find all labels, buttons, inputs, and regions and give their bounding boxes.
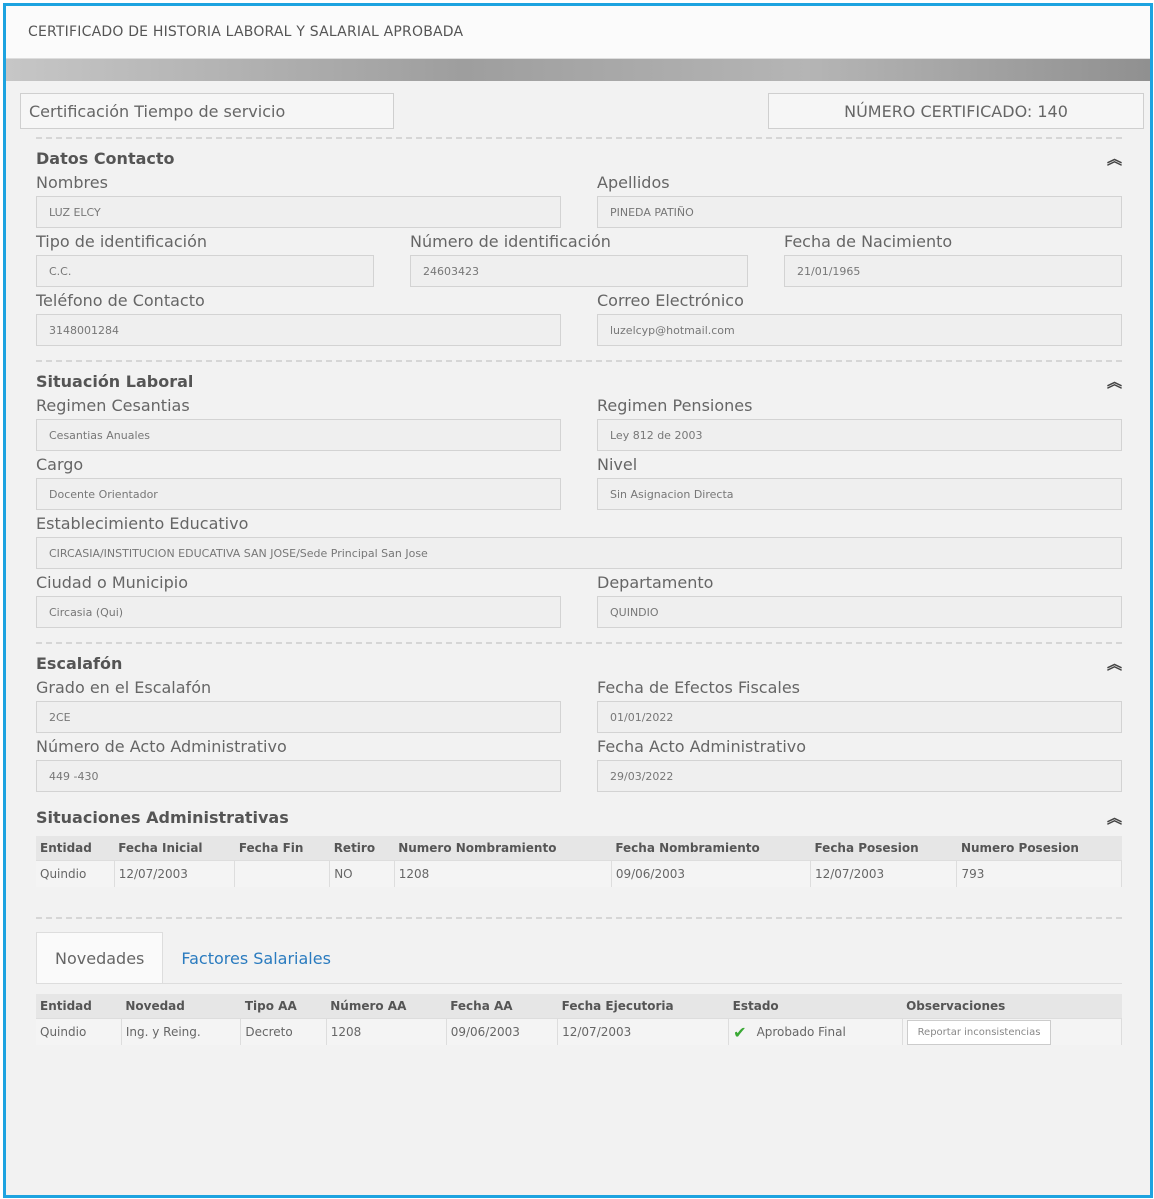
establecimiento-label: Establecimiento Educativo: [36, 514, 249, 533]
column-header: Entidad: [36, 994, 122, 1019]
column-header: Fecha AA: [446, 994, 558, 1019]
tab-bar: Novedades Factores Salariales: [36, 931, 1122, 983]
column-header: Número AA: [326, 994, 447, 1019]
nombres-label: Nombres: [36, 173, 108, 192]
pensiones-label: Regimen Pensiones: [597, 396, 753, 415]
acto-field[interactable]: 449 -430: [36, 760, 561, 792]
novedades-panel: Entidad Novedad Tipo AA Número AA Fecha …: [36, 983, 1123, 1045]
estado-cell: ✔ Aprobado Final: [728, 1018, 903, 1045]
pensiones-field[interactable]: Ley 812 de 2003: [597, 419, 1122, 451]
column-header: Tipo AA: [240, 994, 327, 1019]
table-cell: 09/06/2003: [611, 860, 811, 887]
fecha-acto-field[interactable]: 29/03/2022: [597, 760, 1122, 792]
column-header: Novedad: [121, 994, 241, 1019]
administrativas-table: Entidad Fecha Inicial Fecha Fin Retiro N…: [36, 836, 1122, 887]
tab-factores-salariales[interactable]: Factores Salariales: [163, 933, 349, 983]
cesantias-label: Regimen Cesantias: [36, 396, 190, 415]
column-header: Fecha Posesion: [810, 836, 957, 861]
table-cell: Ing. y Reing.: [121, 1018, 242, 1045]
column-header: Entidad: [36, 836, 115, 861]
section-contact: Datos Contacto ︽ Nombres LUZ ELCY Apelli…: [36, 137, 1122, 346]
cesantias-field[interactable]: Cesantias Anuales: [36, 419, 561, 451]
table-cell: 793: [956, 860, 1122, 887]
table-row: Quindio Ing. y Reing. Decreto 1208 09/06…: [36, 1018, 1123, 1045]
table-cell: Decreto: [240, 1018, 327, 1045]
cargo-field[interactable]: Docente Orientador: [36, 478, 561, 510]
grado-label: Grado en el Escalafón: [36, 678, 212, 697]
section-laboral: Situación Laboral ︽ Regimen Cesantias Ce…: [36, 360, 1122, 628]
certificate-header: Certificación Tiempo de servicio NÚMERO …: [6, 81, 1150, 137]
table-cell: 12/07/2003: [557, 1018, 730, 1045]
nivel-label: Nivel: [597, 455, 638, 474]
column-header: Fecha Ejecutoria: [557, 994, 729, 1019]
reportar-inconsistencias-button[interactable]: Reportar inconsistencias: [906, 1019, 1052, 1045]
column-header: Numero Posesion: [956, 836, 1122, 861]
column-header: Retiro: [329, 836, 395, 861]
column-header: Fecha Fin: [234, 836, 330, 861]
table-cell: 1208: [394, 860, 612, 887]
fecha-nac-label: Fecha de Nacimiento: [784, 232, 953, 251]
section-title: Datos Contacto: [36, 148, 175, 168]
column-header: Numero Nombramiento: [394, 836, 612, 861]
fecha-nac-field[interactable]: 21/01/1965: [784, 255, 1122, 287]
table-row: Quindio 12/07/2003 NO 1208 09/06/2003 12…: [36, 860, 1122, 887]
double-chevron-up-icon[interactable]: ︽: [1107, 807, 1122, 828]
ciudad-label: Ciudad o Municipio: [36, 573, 188, 592]
apellidos-label: Apellidos: [597, 173, 670, 192]
efectos-label: Fecha de Efectos Fiscales: [597, 678, 800, 697]
fecha-acto-label: Fecha Acto Administrativo: [597, 737, 807, 756]
column-header: Estado: [728, 994, 903, 1019]
check-icon: ✔: [733, 1022, 747, 1042]
section-administrativas: Situaciones Administrativas ︽ Entidad Fe…: [36, 802, 1122, 887]
apellidos-field[interactable]: PINEDA PATIÑO: [597, 196, 1122, 228]
novedades-table: Entidad Novedad Tipo AA Número AA Fecha …: [36, 994, 1123, 1045]
observaciones-cell: Reportar inconsistencias: [902, 1018, 1123, 1045]
grado-field[interactable]: 2CE: [36, 701, 561, 733]
ciudad-field[interactable]: Circasia (Qui): [36, 596, 561, 628]
efectos-field[interactable]: 01/01/2022: [597, 701, 1122, 733]
section-escalafon: Escalafón ︽ Grado en el Escalafón 2CE Fe…: [36, 642, 1122, 792]
departamento-field[interactable]: QUINDIO: [597, 596, 1122, 628]
table-cell: NO: [329, 860, 395, 887]
certificate-panel: CERTIFICADO DE HISTORIA LABORAL Y SALARI…: [3, 3, 1153, 1198]
column-header: Fecha Inicial: [114, 836, 235, 861]
table-cell: Quindio: [36, 860, 115, 887]
table-cell: [234, 860, 331, 887]
column-header: Observaciones: [902, 994, 1122, 1019]
certificate-type: Certificación Tiempo de servicio: [20, 93, 394, 129]
telefono-label: Teléfono de Contacto: [36, 291, 205, 310]
tipo-id-field[interactable]: C.C.: [36, 255, 374, 287]
panel-title: CERTIFICADO DE HISTORIA LABORAL Y SALARI…: [6, 6, 1150, 59]
correo-field[interactable]: luzelcyp@hotmail.com: [597, 314, 1122, 346]
nombres-field[interactable]: LUZ ELCY: [36, 196, 561, 228]
num-id-label: Número de identificación: [410, 232, 611, 251]
cargo-label: Cargo: [36, 455, 84, 474]
certificate-number: NÚMERO CERTIFICADO: 140: [768, 93, 1144, 129]
table-cell: 1208: [326, 1018, 447, 1045]
column-header: Fecha Nombramiento: [611, 836, 811, 861]
num-id-field[interactable]: 24603423: [410, 255, 748, 287]
acto-label: Número de Acto Administrativo: [36, 737, 287, 756]
section-title: Situaciones Administrativas: [36, 807, 289, 827]
tab-novedades[interactable]: Novedades: [36, 932, 164, 983]
table-cell: 12/07/2003: [810, 860, 958, 887]
double-chevron-up-icon[interactable]: ︽: [1107, 653, 1122, 674]
departamento-label: Departamento: [597, 573, 714, 592]
table-cell: 12/07/2003: [114, 860, 236, 887]
table-cell: Quindio: [36, 1018, 122, 1045]
section-title: Situación Laboral: [36, 371, 194, 391]
table-cell: 09/06/2003: [446, 1018, 559, 1045]
double-chevron-up-icon[interactable]: ︽: [1107, 148, 1122, 169]
double-chevron-up-icon[interactable]: ︽: [1107, 371, 1122, 392]
header-bar: [6, 59, 1150, 81]
telefono-field[interactable]: 3148001284: [36, 314, 561, 346]
tipo-id-label: Tipo de identificación: [36, 232, 207, 251]
nivel-field[interactable]: Sin Asignacion Directa: [597, 478, 1122, 510]
estado-label: Aprobado Final: [756, 1025, 846, 1039]
section-title: Escalafón: [36, 653, 123, 673]
section-novedades: Novedades Factores Salariales Entidad No…: [36, 917, 1123, 1045]
correo-label: Correo Electrónico: [597, 291, 744, 310]
establecimiento-field[interactable]: CIRCASIA/INSTITUCION EDUCATIVA SAN JOSE/…: [36, 537, 1122, 569]
